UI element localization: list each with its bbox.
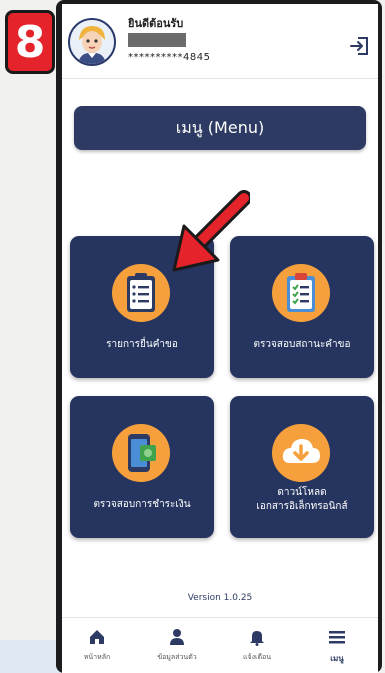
red-arrow-annotation xyxy=(172,190,250,272)
user-icon xyxy=(168,628,186,646)
background-strip xyxy=(0,640,62,673)
nav-label: เมนู xyxy=(330,654,344,663)
card-check-status[interactable]: ตรวจสอบสถานะคำขอ xyxy=(230,236,374,378)
nav-notifications[interactable]: แจ้งเตือน xyxy=(222,628,292,663)
version-text: Version 1.0.25 xyxy=(187,593,253,603)
card-label: ตรวจสอบสถานะคำขอ xyxy=(253,339,351,350)
nav-profile[interactable]: ข้อมูลส่วนตัว xyxy=(142,628,212,663)
avatar-icon xyxy=(70,20,114,64)
nav-home[interactable]: หน้าหลัก xyxy=(62,628,132,663)
nav-label: ข้อมูลส่วนตัว xyxy=(157,653,197,661)
card-label: รายการยื่นคำขอ xyxy=(106,339,178,350)
username-redacted xyxy=(128,33,186,47)
user-id: **********4845 xyxy=(128,52,211,63)
menu-button[interactable]: เมนู (Menu) xyxy=(74,106,366,150)
payment-phone-icon xyxy=(112,424,170,482)
card-check-payment[interactable]: ตรวจสอบการชำระเงิน xyxy=(70,396,214,538)
welcome-text: ยินดีต้อนรับ xyxy=(128,17,184,30)
card-download-documents[interactable]: ดาวน์โหลด เอกสารอิเล็กทรอนิกส์ xyxy=(230,396,374,538)
card-label: ดาวน์โหลด เอกสารอิเล็กทรอนิกส์ xyxy=(256,487,348,512)
card-label: ตรวจสอบการชำระเงิน xyxy=(93,499,191,510)
app-screen: ยินดีต้อนรับ **********4845 เมนู (Menu) … xyxy=(62,4,378,673)
menu-icon xyxy=(328,628,346,646)
nav-label: หน้าหลัก xyxy=(83,653,111,661)
step-number-badge: 8 xyxy=(5,10,55,74)
logout-icon[interactable] xyxy=(348,34,372,58)
cloud-download-icon xyxy=(272,424,330,482)
nav-menu[interactable]: เมนู xyxy=(302,628,372,665)
profile-header: ยินดีต้อนรับ **********4845 xyxy=(62,4,378,79)
home-icon xyxy=(88,628,106,646)
clipboard-check-icon xyxy=(272,264,330,322)
nav-label: แจ้งเตือน xyxy=(243,653,271,661)
avatar[interactable] xyxy=(68,18,116,66)
bell-icon xyxy=(248,628,266,646)
bottom-navigation: หน้าหลัก ข้อมูลส่วนตัว แจ้งเตือน เมนู xyxy=(62,617,378,673)
